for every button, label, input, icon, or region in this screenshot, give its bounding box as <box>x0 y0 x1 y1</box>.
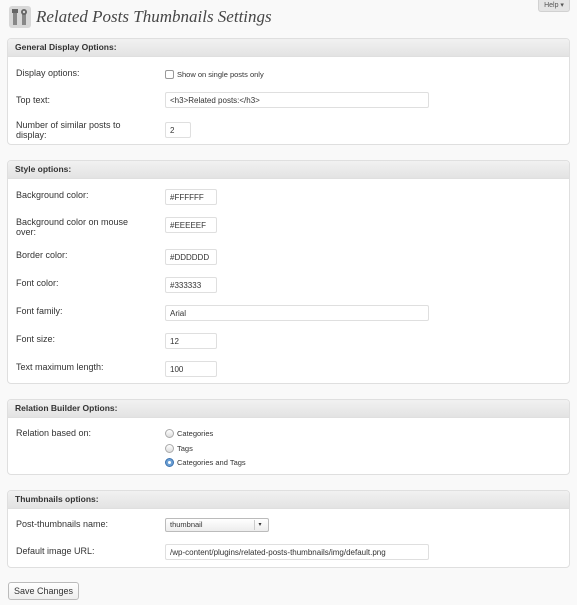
text-max-length-label: Text maximum length: <box>16 362 104 372</box>
text-max-length-input[interactable] <box>165 361 217 377</box>
background-hover-label: Background color on mouse over: <box>16 217 129 237</box>
relation-options-title: Relation Builder Options: <box>8 400 569 418</box>
background-hover-input[interactable] <box>165 217 217 233</box>
font-family-label: Font family: <box>16 306 63 316</box>
font-size-input[interactable] <box>165 333 217 349</box>
thumbnails-options-panel: Thumbnails options: Post-thumbnails name… <box>7 490 570 568</box>
save-changes-button[interactable]: Save Changes <box>8 582 80 600</box>
font-size-label: Font size: <box>16 334 56 344</box>
font-family-input[interactable] <box>165 305 429 321</box>
radio-categories[interactable] <box>165 429 174 439</box>
general-options-title: General Display Options: <box>8 39 569 57</box>
style-options-title: Style options: <box>8 161 569 179</box>
general-options-panel: General Display Options: Display options… <box>7 38 570 145</box>
style-options-panel: Style options: Background color: Backgro… <box>7 160 570 384</box>
default-image-url-label: Default image URL: <box>16 546 95 556</box>
border-color-label: Border color: <box>16 250 68 260</box>
post-thumbnails-name-label: Post-thumbnails name: <box>16 519 109 529</box>
radio-categories-label: Categories <box>177 429 214 439</box>
post-thumbnails-name-value: thumbnail <box>170 520 203 529</box>
help-button[interactable]: Help ▾ <box>538 0 570 12</box>
background-color-input[interactable] <box>165 189 217 205</box>
background-color-label: Background color: <box>16 190 89 200</box>
display-options-label: Display options: <box>16 68 80 78</box>
post-thumbnails-name-select[interactable]: thumbnail ▾ <box>165 518 269 532</box>
top-text-label: Top text: <box>16 95 51 105</box>
relation-based-on-label: Relation based on: <box>16 428 92 438</box>
default-image-url-input[interactable] <box>165 544 429 560</box>
settings-tools-icon <box>9 6 31 28</box>
relation-options-panel: Relation Builder Options: Relation based… <box>7 399 570 475</box>
thumbnails-options-title: Thumbnails options: <box>8 491 569 509</box>
number-of-posts-label: Number of similar posts to display: <box>16 120 121 140</box>
font-color-label: Font color: <box>16 278 59 288</box>
radio-categories-and-tags-label: Categories and Tags <box>177 458 246 468</box>
radio-tags[interactable] <box>165 444 174 454</box>
border-color-input[interactable] <box>165 249 217 265</box>
radio-categories-and-tags[interactable] <box>165 458 174 468</box>
font-color-input[interactable] <box>165 277 217 293</box>
page-title: Related Posts Thumbnails Settings <box>36 7 272 26</box>
show-single-posts-checkbox[interactable] <box>165 70 174 80</box>
select-arrow-icon: ▾ <box>254 520 265 530</box>
number-of-posts-input[interactable] <box>165 122 191 138</box>
top-text-input[interactable] <box>165 92 429 108</box>
show-single-posts-label: Show on single posts only <box>177 70 264 80</box>
radio-tags-label: Tags <box>177 444 193 454</box>
